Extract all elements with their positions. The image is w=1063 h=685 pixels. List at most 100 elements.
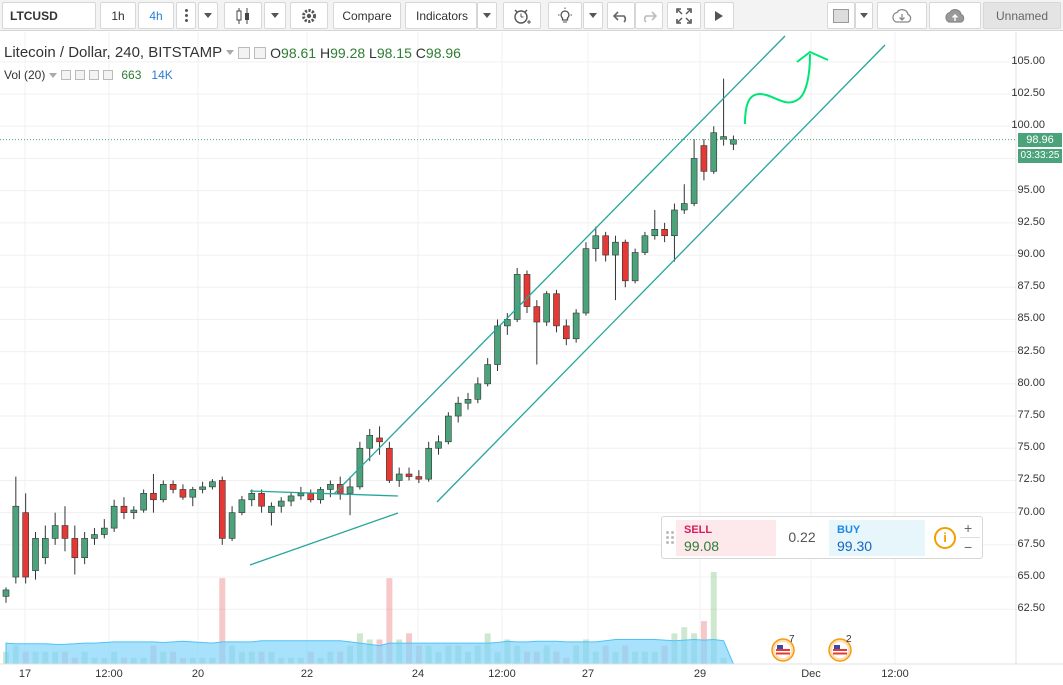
candlestick-series — [2, 78, 737, 603]
eye-icon[interactable] — [238, 46, 251, 59]
symbol-search[interactable]: LTCUSD — [2, 2, 96, 29]
open-label: O — [270, 44, 282, 61]
info-icon[interactable]: i — [934, 527, 956, 549]
interval-4h-button[interactable]: 4h — [138, 2, 174, 29]
candle — [582, 242, 590, 316]
candle-body — [386, 447, 393, 481]
candle — [454, 396, 462, 423]
candle-body — [130, 509, 138, 513]
candle — [651, 209, 659, 240]
candle — [140, 489, 147, 513]
alert-button[interactable] — [503, 2, 541, 29]
candle — [435, 435, 442, 455]
candle-body — [317, 489, 324, 501]
candle — [513, 267, 521, 323]
time-tick-label: 17 — [18, 668, 32, 680]
candle-body — [592, 235, 600, 249]
interval-more-button[interactable] — [176, 2, 196, 29]
indicators-dropdown[interactable] — [477, 2, 497, 29]
replay-button[interactable] — [704, 2, 734, 29]
candle — [51, 512, 59, 545]
candle-body — [209, 481, 216, 488]
candle-body — [563, 325, 570, 340]
chevron-down-icon[interactable] — [49, 72, 58, 78]
economic-event-marker[interactable]: 7 — [771, 634, 797, 663]
volume-ma-value: 14K — [151, 68, 173, 82]
price-tick-label: 102.50 — [1011, 87, 1045, 100]
candle — [307, 489, 315, 503]
close-label: C — [415, 44, 426, 61]
candle — [621, 239, 629, 288]
settings-icon[interactable] — [254, 46, 267, 59]
more-icon — [184, 9, 188, 22]
time-tick-label: 22 — [300, 668, 314, 680]
candle — [405, 467, 413, 481]
fullscreen-button[interactable] — [667, 2, 701, 29]
candle-body — [474, 383, 482, 400]
candle-body — [287, 495, 295, 502]
candle — [720, 78, 727, 146]
candle — [484, 358, 491, 387]
undo-button[interactable] — [607, 2, 635, 29]
bar-countdown-badge: 03:33:25 — [1018, 148, 1062, 163]
price-tick-label: 62.50 — [1017, 602, 1045, 615]
layout-name-button[interactable]: Unnamed — [983, 2, 1061, 29]
play-icon — [715, 10, 723, 21]
save-layout-button[interactable] — [877, 2, 927, 29]
forecast-arrow — [744, 50, 829, 125]
ideas-dropdown[interactable] — [583, 2, 603, 29]
time-tick-label: 12:00 — [488, 668, 516, 680]
buy-label: BUY — [837, 524, 861, 536]
load-layout-button[interactable] — [929, 2, 981, 29]
candle-body — [150, 493, 157, 501]
undo-icon — [613, 10, 627, 23]
candle — [42, 525, 49, 565]
settings-icon[interactable] — [75, 70, 86, 80]
candle-body — [395, 473, 403, 481]
drag-handle-icon[interactable] — [666, 531, 674, 544]
lightbulb-icon — [558, 7, 572, 22]
candle-body — [543, 293, 550, 323]
rectangle-tool-button[interactable] — [827, 2, 855, 29]
price-chart[interactable] — [0, 32, 1063, 685]
close-icon[interactable] — [103, 70, 114, 80]
candle — [386, 441, 393, 484]
redo-button[interactable] — [635, 2, 663, 29]
candle-body — [631, 252, 639, 282]
time-tick-label: 12:00 — [95, 668, 123, 680]
candle-body — [327, 484, 334, 490]
compare-button[interactable]: Compare — [333, 2, 401, 29]
chevron-down-icon — [483, 13, 491, 18]
chart-type-button[interactable] — [224, 2, 262, 29]
time-tick-label: 29 — [693, 668, 707, 680]
chart-type-dropdown[interactable] — [264, 2, 286, 29]
expand-button[interactable]: + — [964, 520, 972, 536]
settings-button[interactable] — [290, 2, 328, 29]
economic-event-marker[interactable]: 2 — [828, 634, 854, 663]
candle-body — [690, 158, 698, 204]
indicators-button[interactable]: Indicators — [405, 2, 477, 29]
volume-legend: Vol (20) 663 14K — [4, 68, 173, 82]
candle-body — [228, 512, 236, 539]
rectangle-tool-dropdown[interactable] — [855, 2, 873, 29]
candle — [258, 489, 265, 513]
redo-icon — [643, 10, 657, 23]
price-tick-label: 72.50 — [1017, 473, 1045, 486]
candle — [523, 270, 531, 314]
chevron-down-icon[interactable] — [226, 50, 235, 55]
candle — [415, 470, 423, 484]
interval-dropdown-button[interactable] — [198, 2, 218, 29]
candle — [199, 481, 206, 494]
sell-button[interactable]: SELL 99.08 — [676, 520, 776, 556]
series-title[interactable]: Litecoin / Dollar, 240, BITSTAMP — [4, 44, 222, 61]
eye-icon[interactable] — [61, 70, 72, 80]
candle-body — [366, 435, 374, 449]
interval-1h-button[interactable]: 1h — [100, 2, 136, 29]
low-value: 98.15 — [376, 44, 412, 61]
volume-title[interactable]: Vol (20) — [4, 68, 45, 82]
close-value: 98.96 — [425, 44, 461, 61]
buy-button[interactable]: BUY 99.30 — [829, 520, 925, 556]
ideas-button[interactable] — [548, 2, 582, 29]
collapse-button[interactable]: − — [964, 539, 972, 555]
move-icon[interactable] — [89, 70, 100, 80]
